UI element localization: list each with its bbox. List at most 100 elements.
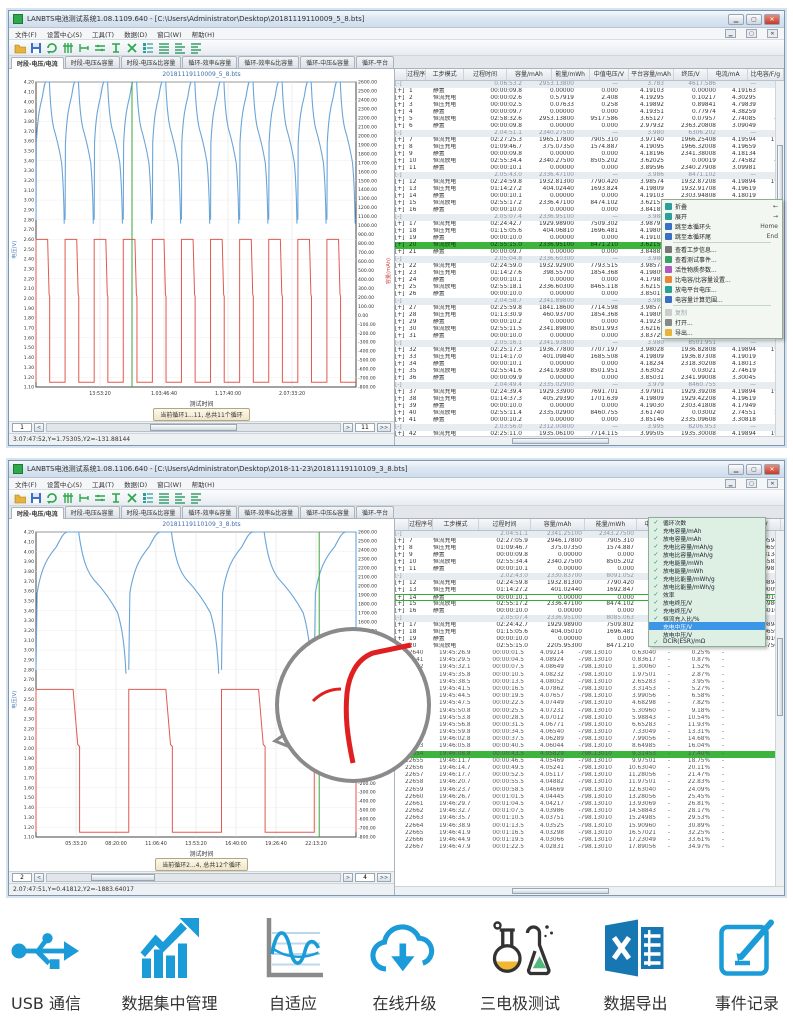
expander-cell[interactable]: [+]	[395, 186, 409, 193]
expander-cell[interactable]: [+]	[395, 263, 409, 270]
record-row[interactable]: 2266719:46:47.900:01:22.54.02831-798.130…	[395, 844, 784, 851]
context-menu-item[interactable]: 放电平台电压...	[663, 284, 781, 294]
expander-cell[interactable]: [-]	[395, 130, 409, 137]
record-row[interactable]: 2264519:45:41.500:00:16.54.07862-798.130…	[395, 686, 784, 693]
expander-cell[interactable]: [+]	[395, 235, 409, 242]
table-row[interactable]: [+]3恒压充电00:00:02.50.076330.2584.198920.8…	[395, 102, 784, 109]
expander-cell[interactable]: [+]	[395, 242, 409, 249]
maximize-button[interactable]: ▢	[746, 14, 762, 25]
column-header[interactable]: 工步模式	[426, 69, 464, 80]
expander-cell[interactable]: [-]	[395, 531, 409, 538]
table-row[interactable]: [+]10恒流放电02:55:34.42340.275008505.2023.6…	[395, 158, 784, 165]
tab-6[interactable]: 循环-平台	[356, 506, 394, 518]
expander-cell[interactable]: [-]	[395, 382, 409, 389]
pager-scrollbar[interactable]	[46, 423, 341, 432]
cycle-summary-row[interactable]: [-]2.03:56.02312.00800—3.9958206.953—98.…	[395, 424, 784, 431]
expander-cell[interactable]: [+]	[395, 102, 409, 109]
save-icon[interactable]	[29, 42, 42, 54]
tab-6[interactable]: 循环-平台	[356, 56, 394, 68]
expander-cell[interactable]: [-]	[395, 214, 409, 221]
tab-4[interactable]: 循环-效率&比容量	[238, 56, 299, 68]
column-header[interactable]: 容量/mAh	[531, 519, 585, 530]
expander-cell[interactable]: [+]	[395, 95, 409, 102]
expander-cell[interactable]: [+]	[395, 270, 409, 277]
column-header[interactable]	[395, 69, 407, 80]
expander-cell[interactable]: [+]	[395, 88, 409, 95]
expander-cell[interactable]: [+]	[395, 305, 409, 312]
vertical-scrollbar[interactable]	[775, 531, 784, 886]
context-menu-item[interactable]: 展开→	[663, 211, 781, 221]
expander-cell[interactable]: [-]	[395, 256, 409, 263]
expander-cell[interactable]: [+]	[395, 326, 409, 333]
column-header[interactable]	[395, 519, 409, 530]
cycle-summary-row[interactable]: [-]2.05:16.12341.93800—3.9808501.951—98.…	[395, 340, 784, 347]
column-header[interactable]: 终压/V	[674, 69, 708, 80]
expander-cell[interactable]: [+]	[395, 312, 409, 319]
column-header[interactable]: 过程时间	[479, 519, 531, 530]
expander-cell[interactable]: [+]	[395, 200, 409, 207]
table-row[interactable]: [+]11静置00:00:10.10.000000.0003.895962340…	[395, 165, 784, 172]
expander-cell[interactable]: [+]	[395, 368, 409, 375]
tab-3[interactable]: 循环-效率&容量	[182, 56, 237, 68]
data-list-icon[interactable]	[141, 492, 154, 504]
table-row[interactable]: [+]2恒流充电00:00:02.60.579192.4084.192950.1…	[395, 95, 784, 102]
table-row[interactable]: [+]41静置00:00:10.20.000000.0003.851462335…	[395, 417, 784, 424]
save-icon[interactable]	[29, 492, 42, 504]
cycle-summary-row[interactable]: [-]2.05:43.02336.47100—3.9868471.102—98.…	[395, 172, 784, 179]
record-row[interactable]: 2266019:46:26.700:01:01.54.04445-798.130…	[395, 794, 784, 801]
pager-scrollbar[interactable]	[46, 873, 341, 882]
record-row[interactable]: 2266219:46:32.700:01:07.54.03986-798.130…	[395, 808, 784, 815]
expander-cell[interactable]: [-]	[395, 340, 409, 347]
mdi-close-button[interactable]: ✕	[767, 29, 778, 38]
step-edit-icon[interactable]	[77, 492, 90, 504]
open-file-icon[interactable]	[13, 492, 26, 504]
expander-cell[interactable]: [+]	[395, 559, 409, 566]
tab-1[interactable]: 时段-电压&容量	[65, 56, 120, 68]
tab-3[interactable]: 循环-效率&容量	[182, 506, 237, 518]
menu-item-3[interactable]: 数据(D)	[124, 479, 147, 489]
minimize-button[interactable]: ▁	[728, 464, 744, 475]
record-row[interactable]: 2266419:46:38.900:01:13.54.03525-798.130…	[395, 823, 784, 830]
column-header[interactable]: 中值电压/V	[590, 69, 630, 80]
tools-icon[interactable]	[109, 42, 122, 54]
record-row[interactable]: 2264019:45:26.900:00:01.54.09214-798.130…	[395, 650, 784, 657]
expander-cell[interactable]: [+]	[395, 193, 409, 200]
table-row[interactable]: [+]39静置00:00:10.00.000000.0004.190302303…	[395, 403, 784, 410]
context-menu-item[interactable]: 比电容/比容量设置...	[663, 274, 781, 284]
expander-cell[interactable]: [+]	[395, 545, 409, 552]
graph-view-icon[interactable]	[157, 42, 170, 54]
channel-bars-icon[interactable]	[61, 492, 74, 504]
record-row[interactable]: 2266319:46:35.700:01:10.54.03751-798.130…	[395, 815, 784, 822]
data-list-icon[interactable]	[141, 42, 154, 54]
menu-item-4[interactable]: 窗口(W)	[157, 29, 182, 39]
refresh-icon[interactable]	[45, 42, 58, 54]
column-menu-item[interactable]: 放电中压/V	[649, 630, 765, 638]
record-row[interactable]: 2264719:45:47.500:00:22.54.07449-798.130…	[395, 700, 784, 707]
record-row[interactable]: 2264419:45:38.500:00:13.54.08052-798.130…	[395, 679, 784, 686]
record-row[interactable]: 2264319:45:35.800:00:10.54.08232-798.130…	[395, 672, 784, 679]
table-row[interactable]: [+]13恒压充电01:14:27.2404.024401693.8244.19…	[395, 186, 784, 193]
mdi-minimize-button[interactable]: ▁	[725, 29, 736, 38]
expander-cell[interactable]: [-]	[395, 573, 409, 580]
record-row[interactable]: 2266519:46:41.900:01:16.54.03298-798.130…	[395, 830, 784, 837]
pager-last-button[interactable]: >>	[377, 873, 391, 882]
step-edit-icon[interactable]	[77, 42, 90, 54]
expander-cell[interactable]: [+]	[395, 277, 409, 284]
close-button[interactable]: ✕	[764, 14, 780, 25]
context-menu-item[interactable]: 导出...	[663, 327, 781, 337]
expander-cell[interactable]: [+]	[395, 249, 409, 256]
expander-cell[interactable]: [+]	[395, 221, 409, 228]
expander-cell[interactable]: [+]	[395, 595, 409, 600]
menu-item-0[interactable]: 文件(F)	[15, 29, 37, 39]
expander-cell[interactable]: [+]	[395, 144, 409, 151]
cycle-summary-row[interactable]: [-]0.06:53.22953.13800—3.7834617.586—98.…	[395, 81, 784, 88]
menu-item-2[interactable]: 工具(T)	[92, 29, 114, 39]
expander-cell[interactable]: [+]	[395, 580, 409, 587]
stop-icon[interactable]	[125, 492, 138, 504]
column-header[interactable]: 能量/mWh	[585, 519, 637, 530]
column-header[interactable]: 平台容量/mAh	[629, 69, 674, 80]
record-row[interactable]: 2264619:45:44.500:00:19.54.07657-798.130…	[395, 693, 784, 700]
expander-cell[interactable]: [+]	[395, 389, 409, 396]
cycle-summary-row[interactable]: [-]2.04:49.42335.02900—3.9798460.755—98.…	[395, 382, 784, 389]
pager-last-button[interactable]: >>	[377, 423, 391, 432]
